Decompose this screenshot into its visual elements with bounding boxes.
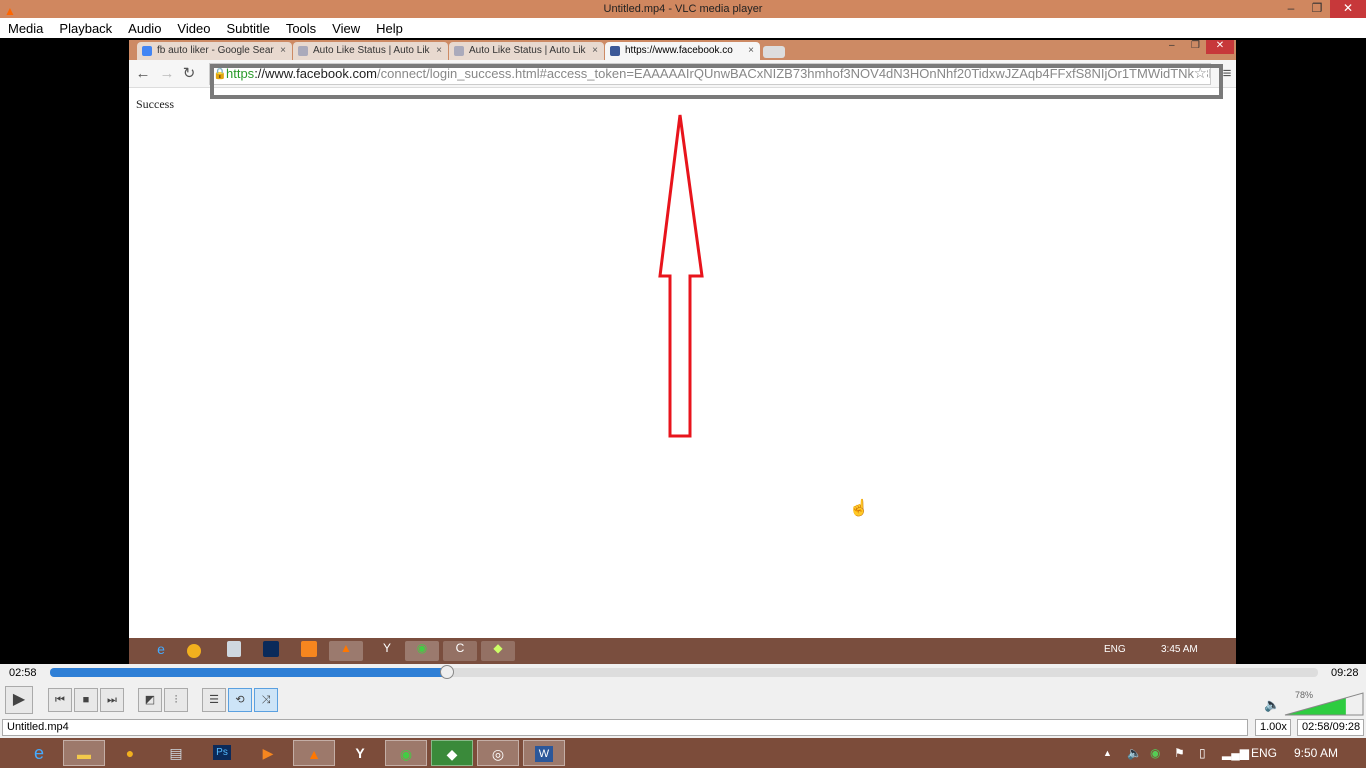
network-icon[interactable]: ▂▄▆ xyxy=(1222,746,1249,760)
volume-slider[interactable] xyxy=(1284,692,1364,716)
browser-tab-strip: fb auto liker - Google Sear × Auto Like S… xyxy=(129,40,1236,60)
menu-video[interactable]: Video xyxy=(169,21,218,36)
vlc-icon[interactable]: ▲ xyxy=(293,740,335,766)
browser-tab-active[interactable]: https://www.facebook.co × xyxy=(605,42,760,60)
restore-button[interactable]: ❐ xyxy=(1304,0,1330,18)
like-icon xyxy=(454,46,464,56)
inner-clock: 3:45 AM xyxy=(1161,644,1198,655)
tab-label: https://www.facebook.co xyxy=(625,45,733,56)
notepad-icon[interactable]: ▤ xyxy=(155,740,197,766)
close-tab-icon[interactable]: × xyxy=(436,42,442,60)
hand-cursor-icon: ☝ xyxy=(849,500,869,517)
menu-media[interactable]: Media xyxy=(0,21,51,36)
status-filename: Untitled.mp4 xyxy=(2,719,1248,736)
seek-handle[interactable] xyxy=(439,665,454,679)
facebook-icon xyxy=(610,46,620,56)
menu-tools[interactable]: Tools xyxy=(278,21,324,36)
media-icon xyxy=(301,641,317,657)
minimize-button[interactable]: – xyxy=(1278,0,1304,18)
elapsed-time: 02:58 xyxy=(9,667,37,679)
menu-playback[interactable]: Playback xyxy=(51,21,120,36)
media-player-icon[interactable]: ▶ xyxy=(247,740,289,766)
ie-icon[interactable]: e xyxy=(18,740,60,766)
speaker-icon[interactable]: 🔈 xyxy=(1264,697,1280,713)
status-bar: Untitled.mp4 1.00x 02:58/09:28 xyxy=(0,718,1366,738)
notepad-icon xyxy=(227,641,241,657)
battery-icon[interactable]: ▯ xyxy=(1199,746,1206,760)
browser-close-button[interactable]: ✕ xyxy=(1206,40,1234,54)
app-icon xyxy=(187,644,201,658)
camtasia-icon: C xyxy=(443,641,477,661)
next-button[interactable]: ⏭ xyxy=(100,688,124,712)
menu-bar: Media Playback Audio Video Subtitle Tool… xyxy=(0,18,1366,38)
red-arrow-annotation xyxy=(658,114,704,438)
close-tab-icon[interactable]: × xyxy=(748,42,754,60)
file-explorer-icon[interactable]: ▬ xyxy=(63,740,105,766)
menu-audio[interactable]: Audio xyxy=(120,21,169,36)
forward-icon[interactable]: → xyxy=(157,64,177,84)
volume-tray-icon[interactable]: 🔈 xyxy=(1127,746,1142,760)
google-icon xyxy=(142,46,152,56)
app-icon[interactable]: ◆ xyxy=(431,740,473,766)
menu-help[interactable]: Help xyxy=(368,21,411,36)
browser-minimize-button[interactable]: – xyxy=(1169,40,1175,51)
word-icon[interactable]: W xyxy=(523,740,565,766)
extended-settings-button[interactable]: ⫶ xyxy=(164,688,188,712)
video-frame-browser: fb auto liker - Google Sear × Auto Like S… xyxy=(129,40,1236,664)
photoshop-icon[interactable]: Ps xyxy=(201,740,243,766)
app-icon[interactable]: ● xyxy=(109,740,151,766)
show-hidden-icons[interactable]: ▲ xyxy=(1103,748,1112,758)
menu-view[interactable]: View xyxy=(324,21,368,36)
total-time: 09:28 xyxy=(1331,667,1359,679)
app-icon: ◆ xyxy=(481,641,515,661)
yandex-icon: Y xyxy=(382,641,391,655)
chrome-icon: ◉ xyxy=(405,641,439,661)
playback-speed[interactable]: 1.00x xyxy=(1255,719,1291,736)
fullscreen-button[interactable]: ◩ xyxy=(138,688,162,712)
menu-subtitle[interactable]: Subtitle xyxy=(218,21,277,36)
address-highlight-box xyxy=(210,64,1223,99)
vlc-icon: ▲ xyxy=(329,641,363,661)
photoshop-icon xyxy=(263,641,279,657)
inner-taskbar: e ▲ Y ◉ C ◆ ENG 3:45 AM xyxy=(129,638,1236,664)
chrome-icon[interactable]: ◉ xyxy=(385,740,427,766)
browser-tab[interactable]: Auto Like Status | Auto Lik × xyxy=(449,42,604,60)
reload-icon[interactable]: ↻ xyxy=(179,64,199,84)
windows-taskbar: e ▬ ● ▤ Ps ▶ ▲ Y ◉ ◆ ◎ W ▲ 🔈 ◉ ⚑ ▯ ▂▄▆ E… xyxy=(0,738,1366,768)
browser-tab[interactable]: Auto Like Status | Auto Lik × xyxy=(293,42,448,60)
seek-progress xyxy=(50,668,447,677)
playlist-button[interactable]: ☰ xyxy=(202,688,226,712)
tab-label: Auto Like Status | Auto Lik xyxy=(313,45,430,56)
ie-icon: e xyxy=(157,641,165,657)
stop-button[interactable]: ■ xyxy=(74,688,98,712)
like-icon xyxy=(298,46,308,56)
browser-tab[interactable]: fb auto liker - Google Sear × xyxy=(137,42,292,60)
clock[interactable]: 9:50 AM xyxy=(1294,746,1338,760)
new-tab-button[interactable] xyxy=(763,46,785,58)
previous-button[interactable]: ⏮ xyxy=(48,688,72,712)
action-center-icon[interactable]: ⚑ xyxy=(1174,746,1185,760)
tab-label: fb auto liker - Google Sear xyxy=(157,45,274,56)
language-indicator[interactable]: ENG xyxy=(1251,746,1277,760)
shuffle-button[interactable]: ⤨ xyxy=(254,688,278,712)
time-display[interactable]: 02:58/09:28 xyxy=(1297,719,1364,736)
page-text: Success xyxy=(136,97,174,111)
loop-button[interactable]: ⟲ xyxy=(228,688,252,712)
yandex-icon[interactable]: Y xyxy=(339,740,381,766)
browser-restore-button[interactable]: ❐ xyxy=(1191,40,1200,51)
back-icon[interactable]: ← xyxy=(133,64,153,84)
play-button[interactable]: ▶ xyxy=(5,686,33,714)
title-bar: ▲ Untitled.mp4 - VLC media player – ❐ ✕ xyxy=(0,0,1366,18)
camera-icon[interactable]: ◎ xyxy=(477,740,519,766)
close-button[interactable]: ✕ xyxy=(1330,0,1366,18)
window-title: Untitled.mp4 - VLC media player xyxy=(603,3,763,15)
close-tab-icon[interactable]: × xyxy=(280,42,286,60)
seek-bar[interactable] xyxy=(50,665,1318,679)
inner-lang: ENG xyxy=(1104,644,1126,655)
player-controls: 02:58 09:28 ▶ ⏮ ■ ⏭ ◩ ⫶ ☰ ⟲ ⤨ 🔈 78% xyxy=(0,664,1366,718)
download-manager-icon[interactable]: ◉ xyxy=(1150,746,1160,760)
close-tab-icon[interactable]: × xyxy=(592,42,598,60)
tab-label: Auto Like Status | Auto Lik xyxy=(469,45,586,56)
